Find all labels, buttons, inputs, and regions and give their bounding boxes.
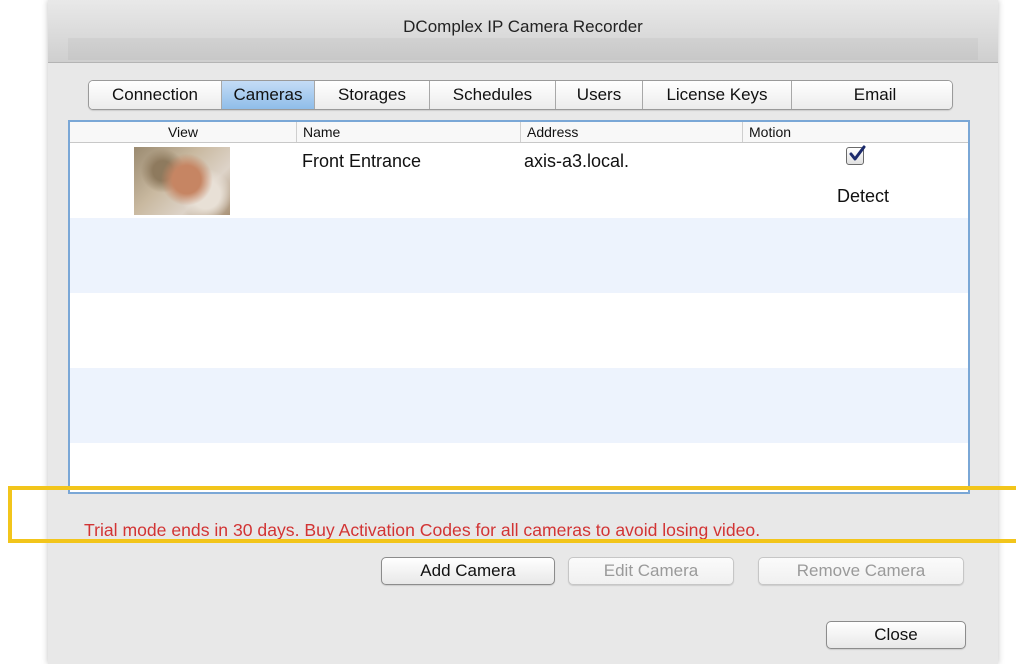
empty-row — [70, 218, 968, 293]
title-bar: DComplex IP Camera Recorder — [48, 0, 998, 63]
empty-row — [70, 368, 968, 443]
table-header: View Name Address Motion — [70, 122, 968, 143]
column-header-motion[interactable]: Motion — [742, 122, 968, 142]
column-header-view[interactable]: View — [70, 122, 296, 142]
tab-cameras[interactable]: Cameras — [221, 81, 314, 109]
camera-name: Front Entrance — [302, 151, 422, 171]
window-title: DComplex IP Camera Recorder — [403, 17, 643, 36]
background-toolbar — [68, 38, 978, 60]
motion-detect-label: Detect — [837, 186, 890, 206]
column-header-address[interactable]: Address — [520, 122, 742, 142]
checkmark-icon — [849, 145, 866, 161]
trial-warning-text: Trial mode ends in 30 days. Buy Activati… — [84, 520, 761, 540]
close-button[interactable]: Close — [826, 621, 966, 649]
motion-detect-checkbox[interactable] — [846, 145, 866, 165]
add-camera-button[interactable]: Add Camera — [381, 557, 555, 585]
camera-thumbnail — [134, 147, 230, 215]
camera-address: axis-a3.local. — [524, 151, 630, 171]
tab-storages[interactable]: Storages — [314, 81, 429, 109]
empty-row — [70, 293, 968, 368]
tab-schedules[interactable]: Schedules — [429, 81, 555, 109]
table-row[interactable]: Front Entrance axis-a3.local. Detect — [70, 143, 968, 218]
tab-license-keys[interactable]: License Keys — [642, 81, 791, 109]
empty-row — [70, 443, 968, 492]
tab-users[interactable]: Users — [555, 81, 642, 109]
column-header-name[interactable]: Name — [296, 122, 520, 142]
tab-email[interactable]: Email — [791, 81, 952, 109]
edit-camera-button[interactable]: Edit Camera — [568, 557, 734, 585]
tab-bar: Connection Cameras Storages Schedules Us… — [88, 80, 953, 110]
remove-camera-button[interactable]: Remove Camera — [758, 557, 964, 585]
table-body: Front Entrance axis-a3.local. Detect — [70, 143, 968, 492]
cameras-table[interactable]: View Name Address Motion Front Entrance … — [68, 120, 970, 494]
dialog-window: DComplex IP Camera Recorder Connection C… — [48, 0, 998, 664]
tab-connection[interactable]: Connection — [89, 81, 221, 109]
